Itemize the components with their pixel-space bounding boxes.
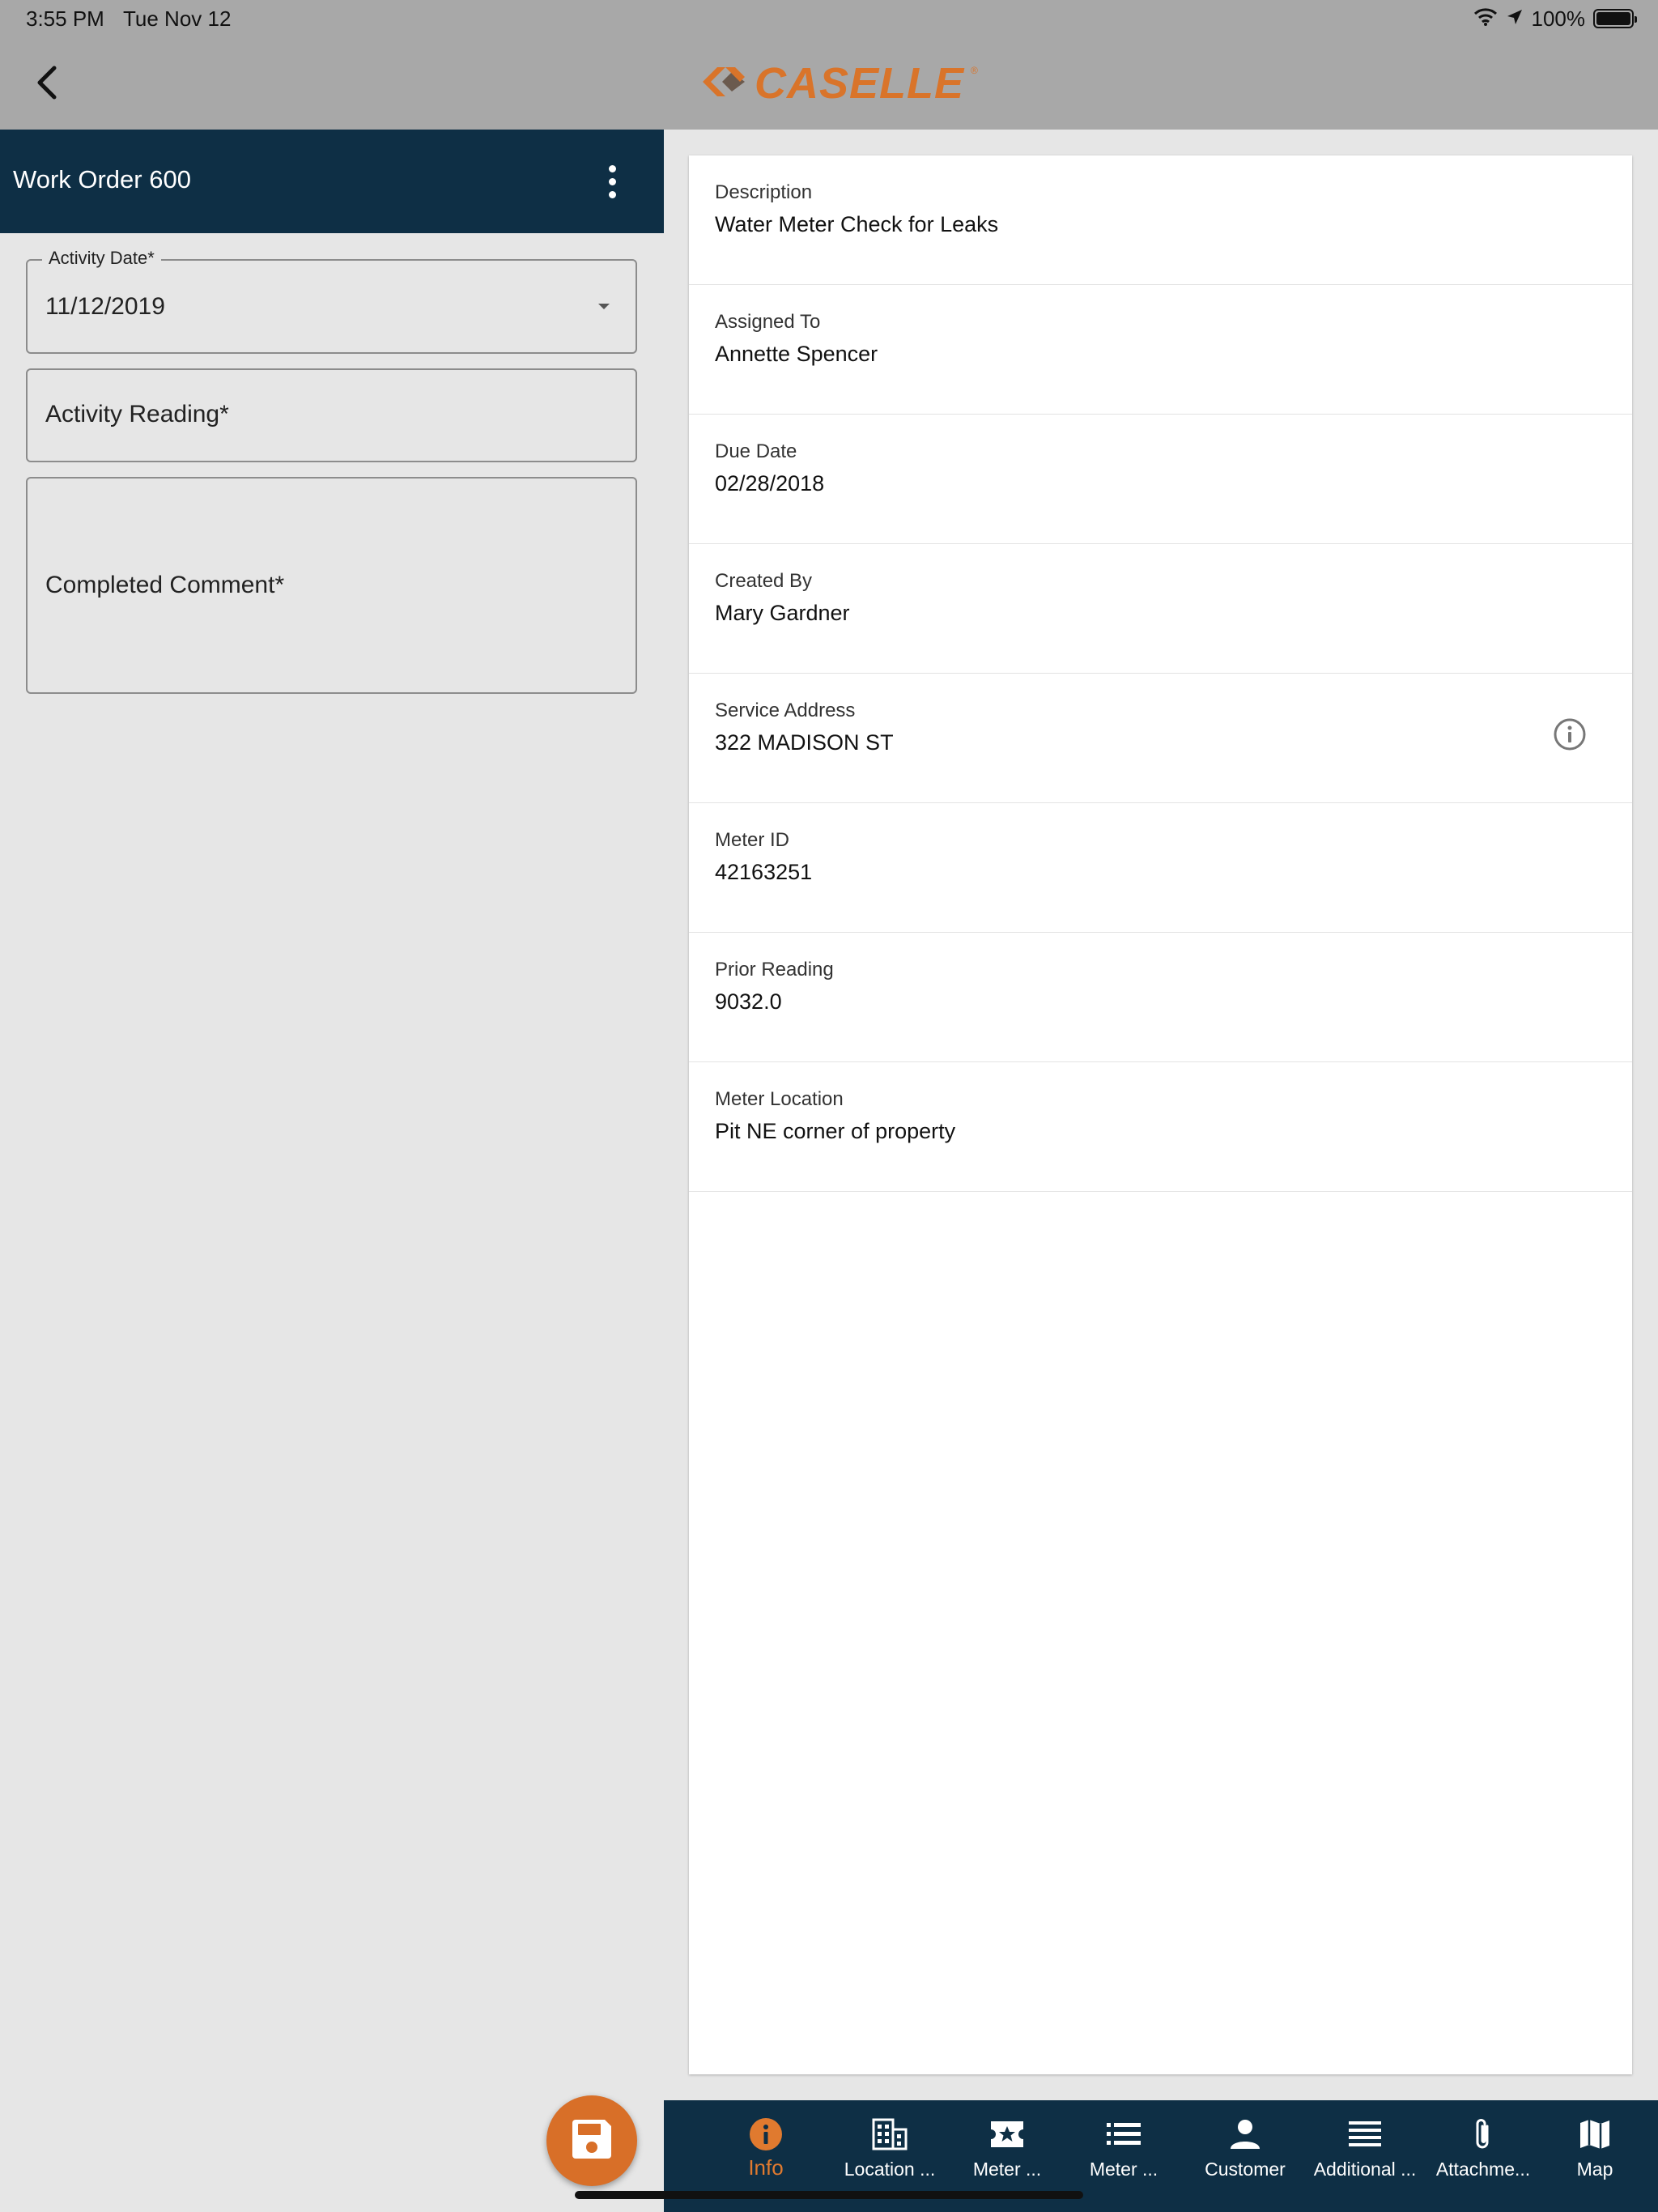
nav-tab-map[interactable]: Map — [1540, 2100, 1650, 2212]
save-icon — [569, 2116, 614, 2166]
paperclip-icon — [1465, 2116, 1501, 2152]
detail-value: 42163251 — [715, 860, 813, 884]
nav-label: Customer — [1205, 2159, 1286, 2180]
detail-label: Due Date — [715, 440, 797, 462]
battery-percent: 100% — [1531, 6, 1586, 31]
more-vertical-icon-dot — [608, 177, 616, 185]
location-arrow-icon — [1506, 8, 1524, 30]
nav-label: Meter ... — [1089, 2159, 1158, 2180]
page-title: Work Order 600 — [13, 165, 191, 194]
status-date: Tue Nov 12 — [123, 6, 232, 31]
detail-row-prior-reading: Prior Reading 9032.0 — [689, 933, 1632, 1062]
detail-label: Service Address — [715, 700, 856, 721]
nav-tab-customer[interactable]: Customer — [1190, 2100, 1300, 2212]
map-icon — [1577, 2116, 1613, 2152]
detail-label: Meter ID — [715, 829, 790, 851]
nav-tab-additional[interactable]: Additional ... — [1310, 2100, 1420, 2212]
person-icon — [1227, 2116, 1263, 2152]
detail-value: Annette Spencer — [715, 342, 878, 366]
caret-down-icon — [598, 304, 610, 309]
nav-label: Location ... — [844, 2159, 936, 2180]
work-order-details-card: Description Water Meter Check for Leaks … — [689, 155, 1632, 2074]
back-button[interactable] — [24, 62, 70, 107]
info-icon — [748, 2116, 784, 2152]
detail-value: Water Meter Check for Leaks — [715, 212, 999, 236]
nav-tab-meter-list[interactable]: Meter ... — [1069, 2100, 1179, 2212]
detail-value: Mary Gardner — [715, 601, 850, 625]
detail-row-service-address: Service Address 322 MADISON ST — [689, 674, 1632, 803]
detail-label: Prior Reading — [715, 959, 834, 981]
save-button[interactable] — [546, 2095, 637, 2186]
more-menu-button[interactable] — [594, 154, 630, 209]
chevron-left-icon — [35, 65, 59, 104]
status-indicators: 100% — [1473, 5, 1637, 32]
completed-comment-textarea[interactable]: Completed Comment* — [26, 477, 637, 694]
status-bar: 3:55 PM Tue Nov 12 100% — [0, 0, 1658, 39]
activity-reading-input[interactable]: Activity Reading* — [26, 368, 637, 462]
caselle-logo-icon — [699, 59, 748, 108]
app-header: CASELLE ® — [0, 39, 1658, 130]
detail-row-description: Description Water Meter Check for Leaks — [689, 155, 1632, 285]
detail-row-meter-id: Meter ID 42163251 — [689, 803, 1632, 933]
nav-label: Map — [1576, 2159, 1613, 2180]
activity-date-value: 11/12/2019 — [45, 293, 165, 320]
lines-icon — [1347, 2116, 1383, 2152]
battery-fill — [1596, 12, 1630, 25]
more-vertical-icon — [608, 164, 616, 172]
nav-label: Attachme... — [1435, 2159, 1531, 2180]
work-order-header: Work Order 600 — [0, 130, 664, 233]
completed-comment-placeholder: Completed Comment* — [45, 572, 285, 598]
detail-row-created-by: Created By Mary Gardner — [689, 544, 1632, 674]
detail-value: 9032.0 — [715, 989, 782, 1014]
status-time: 3:55 PM — [26, 6, 104, 31]
more-vertical-icon-dot — [608, 190, 616, 198]
brand-name: CASELLE — [755, 59, 965, 108]
nav-label: Info — [748, 2155, 784, 2180]
home-indicator — [575, 2191, 1083, 2199]
detail-value: 322 MADISON ST — [715, 730, 894, 755]
detail-label: Created By — [715, 570, 813, 592]
detail-row-assigned-to: Assigned To Annette Spencer — [689, 285, 1632, 415]
brand-logo: CASELLE ® — [699, 57, 978, 110]
building-icon — [872, 2116, 908, 2152]
activity-reading-placeholder: Activity Reading* — [45, 401, 229, 428]
detail-label: Meter Location — [715, 1088, 844, 1110]
wifi-icon — [1473, 7, 1498, 31]
detail-value: 02/28/2018 — [715, 471, 825, 496]
activity-date-select[interactable]: Activity Date* 11/12/2019 — [26, 248, 637, 354]
detail-value: Pit NE corner of property — [715, 1119, 956, 1143]
brand-registered-mark: ® — [971, 65, 978, 76]
list-icon — [1106, 2116, 1141, 2152]
nav-label: Meter ... — [972, 2159, 1042, 2180]
ticket-star-icon — [989, 2116, 1025, 2152]
battery-icon — [1593, 9, 1637, 28]
activity-date-label: Activity Date* — [42, 248, 161, 269]
detail-row-meter-location: Meter Location Pit NE corner of property — [689, 1062, 1632, 1192]
nav-label: Additional ... — [1313, 2159, 1417, 2180]
nav-tab-attachments[interactable]: Attachme... — [1428, 2100, 1538, 2212]
detail-label: Assigned To — [715, 311, 821, 333]
detail-label: Description — [715, 181, 813, 203]
info-icon[interactable] — [1553, 717, 1587, 751]
detail-row-due-date: Due Date 02/28/2018 — [689, 415, 1632, 544]
